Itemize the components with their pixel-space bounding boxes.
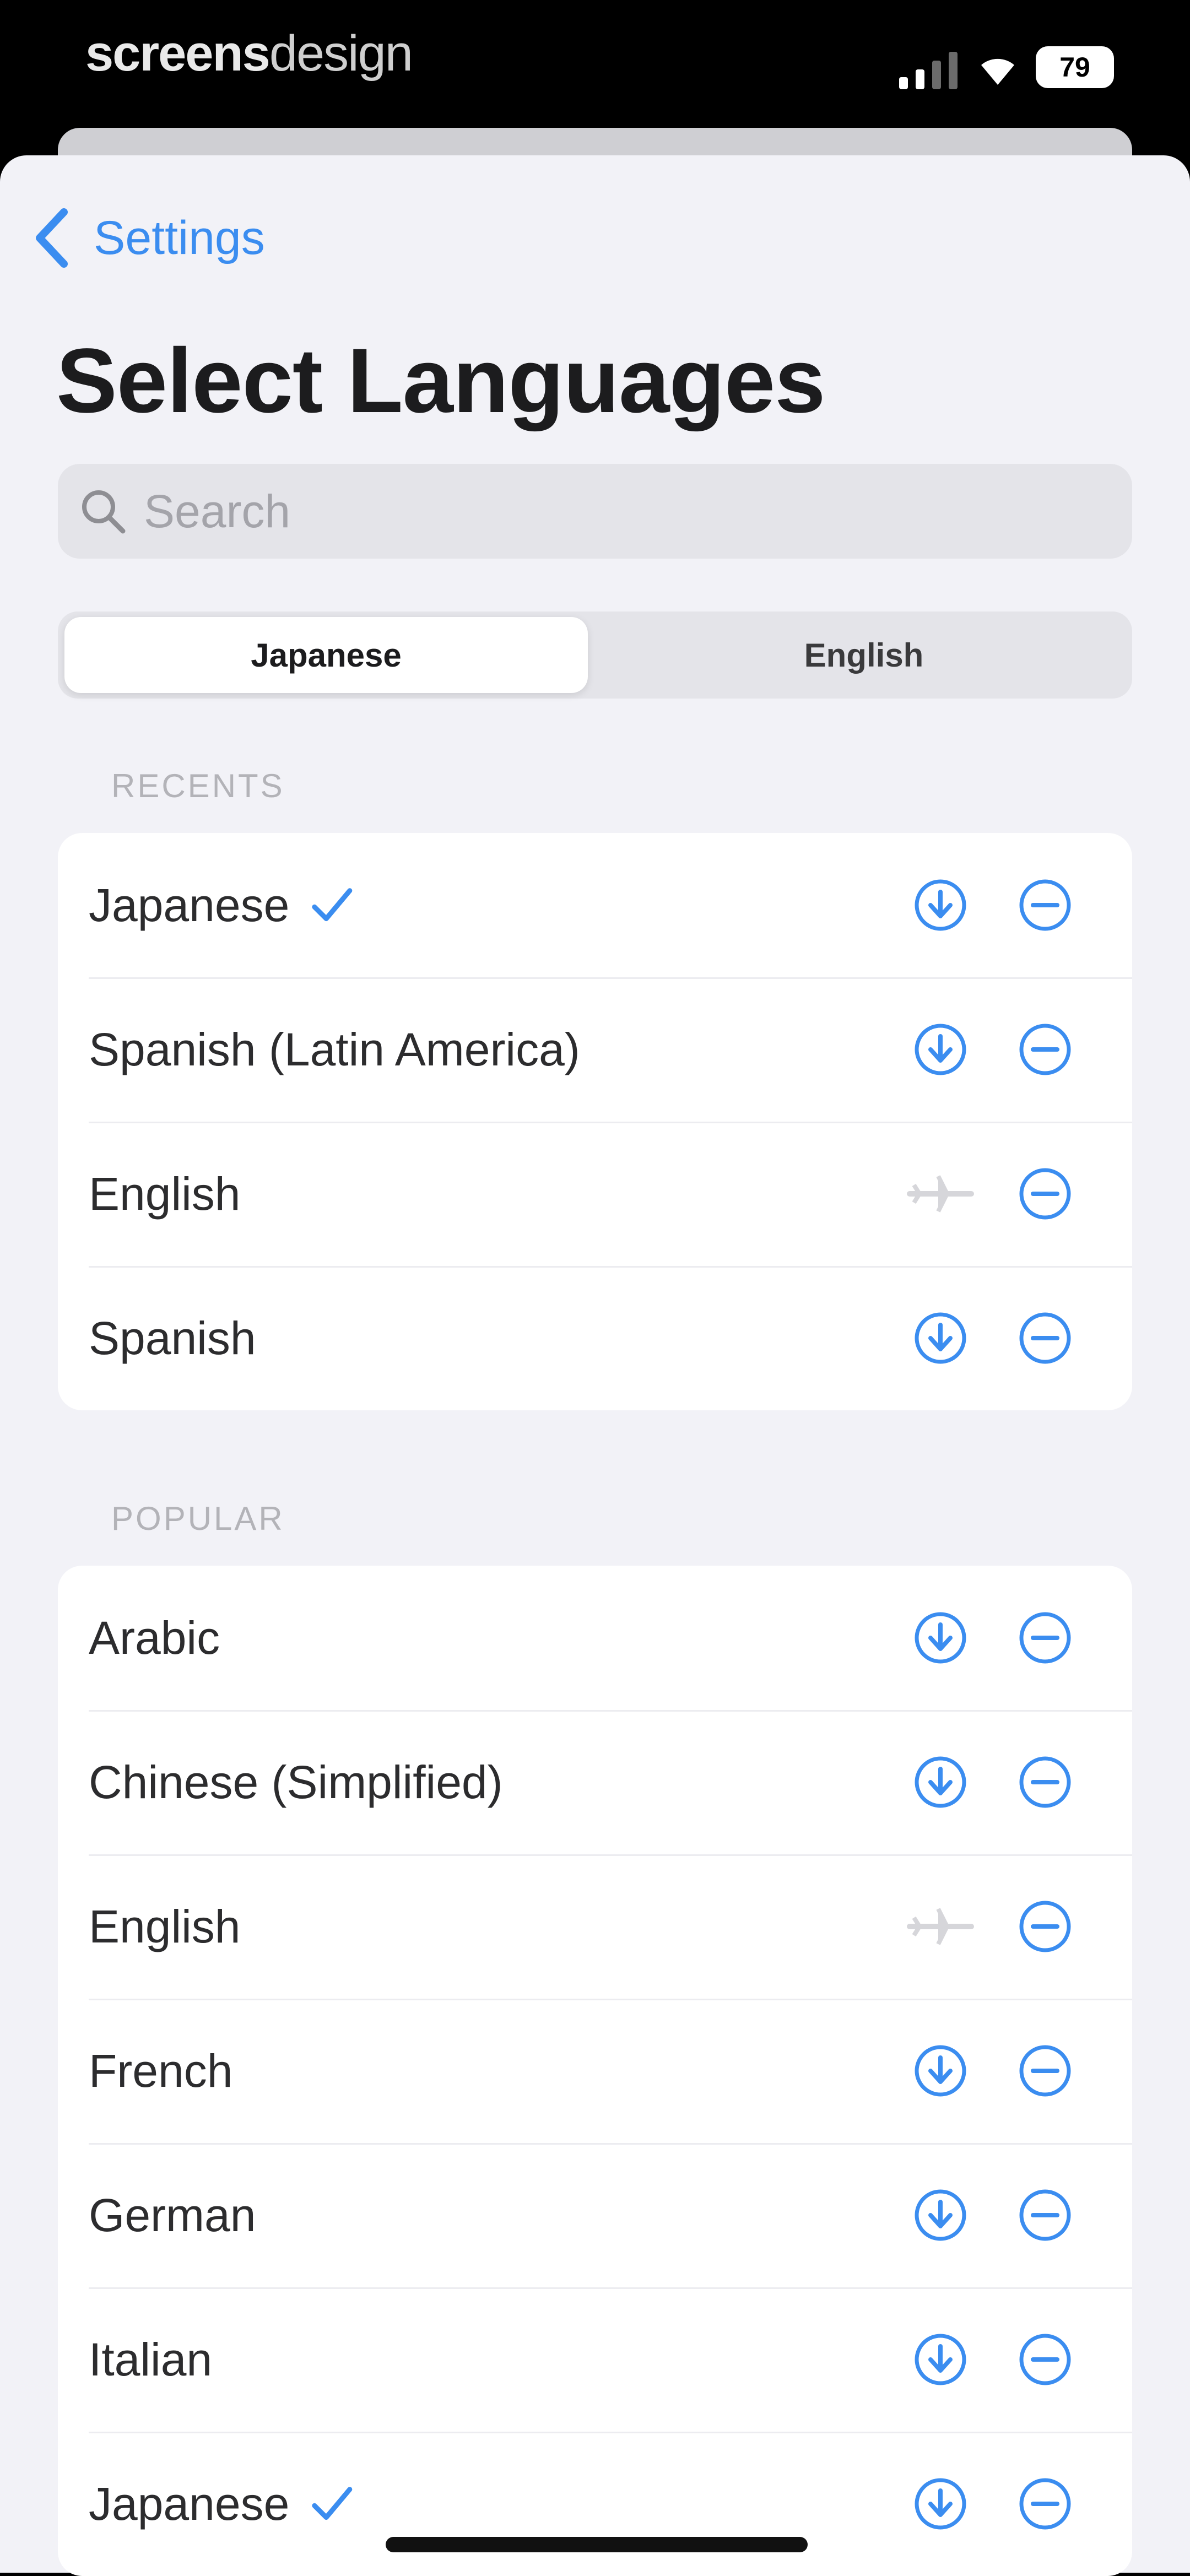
download-icon[interactable]: [913, 2043, 968, 2098]
remove-icon[interactable]: [1018, 2332, 1073, 2387]
language-row[interactable]: French: [58, 1999, 1132, 2143]
language-name: Spanish (Latin America): [89, 1023, 580, 1075]
search-bar[interactable]: [58, 464, 1132, 559]
language-name: Italian: [89, 2333, 213, 2385]
checkmark-icon: [312, 888, 353, 922]
brand-light: design: [269, 25, 413, 82]
remove-icon[interactable]: [1018, 1755, 1073, 1810]
download-icon[interactable]: [913, 2188, 968, 2243]
cellular-signal-icon: [899, 52, 958, 89]
remove-icon[interactable]: [1018, 2188, 1073, 2243]
download-icon[interactable]: [913, 1755, 968, 1810]
language-sheet: Settings Select Languages Japanese Engli…: [0, 155, 1190, 2576]
page-title: Select Languages: [56, 330, 825, 432]
language-row[interactable]: Japanese: [58, 2432, 1132, 2576]
remove-icon[interactable]: [1018, 878, 1073, 933]
brand-watermark: screensdesign: [85, 23, 413, 84]
segment-source-language[interactable]: Japanese: [64, 617, 588, 693]
language-name: English: [89, 1900, 241, 1952]
language-name: Spanish: [89, 1312, 256, 1364]
checkmark-icon: [312, 2487, 353, 2520]
language-name: Arabic: [89, 1611, 220, 1664]
language-row[interactable]: Spanish (Latin America): [58, 977, 1132, 1122]
remove-icon[interactable]: [1018, 1610, 1073, 1665]
download-icon[interactable]: [913, 2476, 968, 2531]
download-icon[interactable]: [913, 1022, 968, 1077]
section-header-recents: RECENTS: [111, 767, 285, 804]
language-name: French: [89, 2044, 233, 2097]
language-row[interactable]: German: [58, 2143, 1132, 2287]
download-icon[interactable]: [913, 1610, 968, 1665]
home-indicator[interactable]: [386, 2537, 808, 2552]
language-row[interactable]: Japanese: [58, 833, 1132, 977]
battery-indicator: 79: [1036, 46, 1114, 88]
language-row[interactable]: Arabic: [58, 1566, 1132, 1710]
status-bar: screensdesign 79: [0, 0, 1190, 127]
back-button-label: Settings: [94, 211, 265, 264]
remove-icon[interactable]: [1018, 1311, 1073, 1366]
language-direction-segmented-control: Japanese English: [58, 611, 1132, 699]
download-icon[interactable]: [913, 1311, 968, 1366]
brand-bold: screens: [85, 25, 271, 82]
segment-target-language[interactable]: English: [602, 617, 1126, 693]
recents-list: Japanese Spanish (Latin America) English Sp…: [58, 833, 1132, 1410]
remove-icon[interactable]: [1018, 1166, 1073, 1221]
language-row[interactable]: Chinese (Simplified): [58, 1710, 1132, 1854]
chevron-left-icon: [36, 208, 68, 268]
language-name: English: [89, 1167, 241, 1220]
downloaded-airplane-icon: [907, 1175, 974, 1213]
language-row[interactable]: Spanish: [58, 1266, 1132, 1410]
search-input[interactable]: [143, 484, 1081, 539]
wifi-icon: [981, 58, 1014, 85]
remove-icon[interactable]: [1018, 1022, 1073, 1077]
downloaded-airplane-icon: [907, 1908, 974, 1945]
remove-icon[interactable]: [1018, 2043, 1073, 2098]
section-header-popular: POPULAR: [111, 1500, 285, 1537]
language-name: Chinese (Simplified): [89, 1756, 503, 1808]
language-row[interactable]: English: [58, 1122, 1132, 1266]
language-name: Japanese: [89, 2477, 290, 2530]
language-name: Japanese: [89, 879, 290, 931]
download-icon[interactable]: [913, 878, 968, 933]
language-name: German: [89, 2189, 256, 2241]
back-button[interactable]: Settings: [33, 205, 265, 271]
language-row[interactable]: English: [58, 1854, 1132, 1999]
remove-icon[interactable]: [1018, 2476, 1073, 2531]
remove-icon[interactable]: [1018, 1899, 1073, 1954]
search-icon: [82, 490, 126, 534]
language-row[interactable]: Italian: [58, 2287, 1132, 2432]
popular-list: Arabic Chinese (Simplified) English French G…: [58, 1566, 1132, 2576]
download-icon[interactable]: [913, 2332, 968, 2387]
